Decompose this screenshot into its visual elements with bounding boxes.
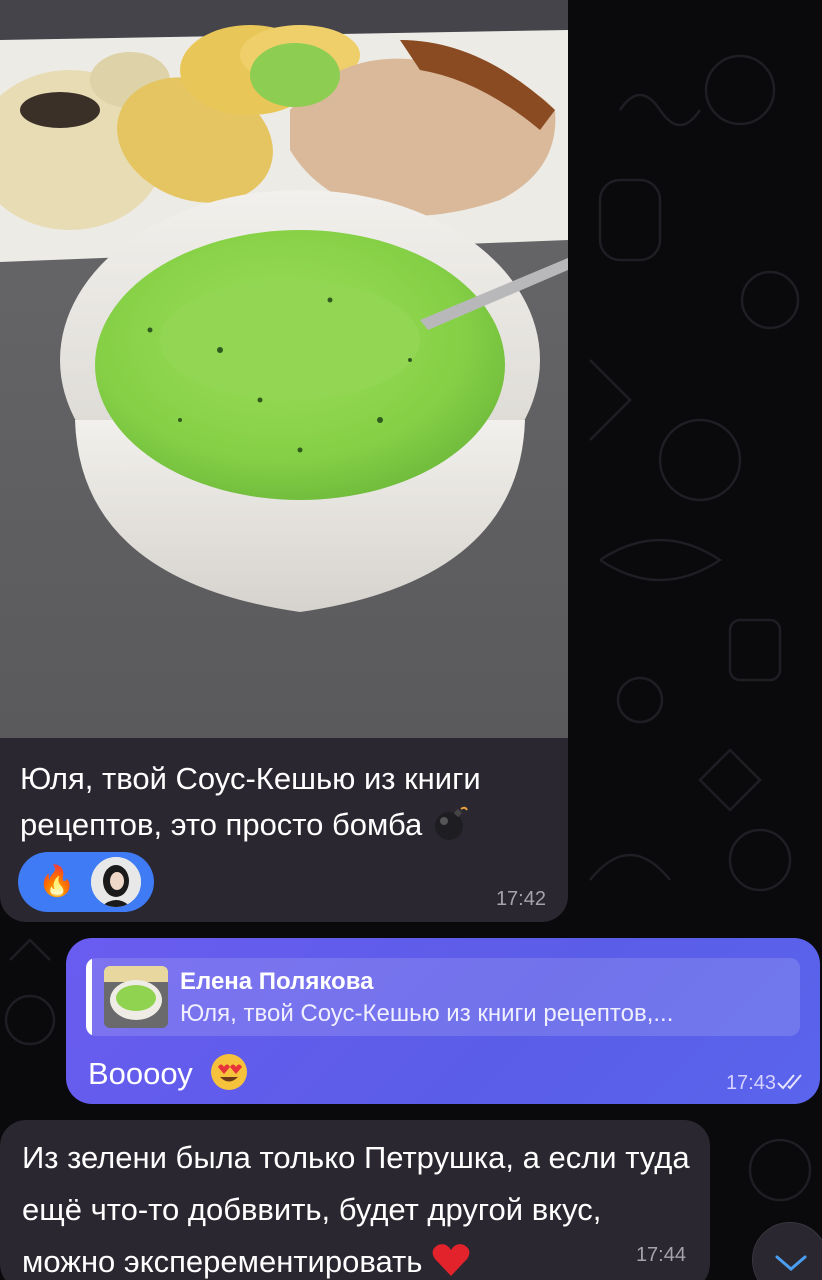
incoming-text-message[interactable]: Из зелени была только Петрушка, а если т… — [0, 1120, 710, 1280]
incoming-message-text: Из зелени была только Петрушка, а если т… — [22, 1140, 690, 1279]
incoming-text: Из зелени была только Петрушка, а если т… — [22, 1132, 702, 1280]
incoming-photo-message[interactable]: Юля, твой Соус-Кешью из книги рецептов, … — [0, 0, 568, 922]
caption-text: Юля, твой Соус-Кешью из книги рецептов, … — [20, 761, 481, 842]
heart-eyes-emoji-icon — [209, 1052, 249, 1092]
reactor-avatar[interactable] — [91, 857, 142, 907]
read-checkmarks-icon — [776, 1072, 806, 1092]
reply-snippet: Юля, твой Соус-Кешью из книги рецептов,.… — [180, 1000, 674, 1027]
fire-reaction-emoji: 🔥 — [38, 865, 76, 898]
bomb-emoji-icon — [431, 803, 471, 843]
reply-thumbnail — [104, 966, 168, 1028]
reactions-pill[interactable]: 🔥 — [18, 852, 154, 912]
quoted-reply[interactable]: Елена Полякова Юля, твой Соус-Кешью из к… — [86, 958, 800, 1036]
outgoing-reply-message[interactable]: Елена Полякова Юля, твой Соус-Кешью из к… — [66, 938, 820, 1104]
outgoing-text: Вооооу — [88, 1052, 249, 1092]
reply-author: Елена Полякова — [180, 968, 374, 995]
message-time: 17:43 — [725, 1072, 776, 1094]
message-time: 17:44 — [635, 1244, 686, 1266]
red-heart-emoji-icon — [431, 1242, 471, 1278]
outgoing-message-text: Вооооу — [88, 1056, 193, 1091]
message-photo[interactable] — [0, 0, 568, 738]
scroll-down-button[interactable] — [752, 1222, 822, 1280]
message-caption: Юля, твой Соус-Кешью из книги рецептов, … — [20, 756, 560, 848]
message-time: 17:42 — [495, 888, 546, 910]
reply-accent-bar — [86, 958, 92, 1036]
chevron-down-icon — [775, 1255, 807, 1271]
